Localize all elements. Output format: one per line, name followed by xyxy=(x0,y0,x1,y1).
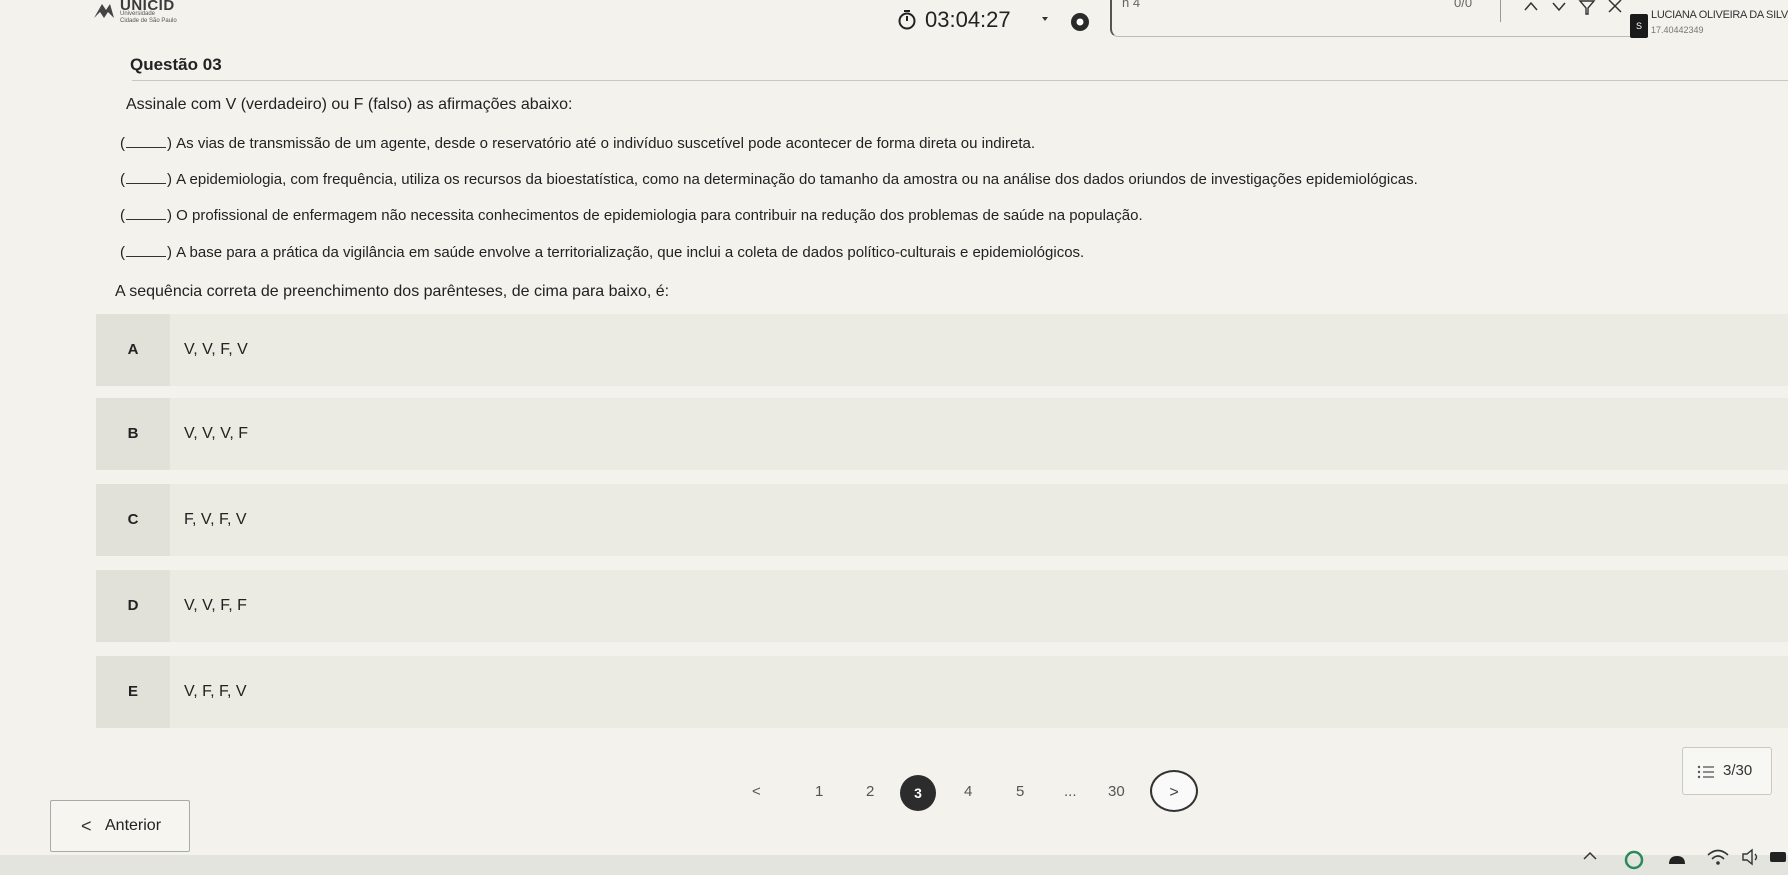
wifi-icon[interactable] xyxy=(1706,846,1730,868)
paren-open: ( xyxy=(120,207,125,224)
chevron-down-icon[interactable] xyxy=(1040,14,1050,24)
page-30[interactable]: 30 xyxy=(1108,783,1125,800)
option-text: V, F, F, V xyxy=(184,683,247,700)
option-letter: E xyxy=(127,683,138,700)
answer-blank xyxy=(126,243,166,257)
option-letter: A xyxy=(127,341,139,358)
progress-text: 3/30 xyxy=(1723,762,1753,779)
chevron-up-icon[interactable] xyxy=(1580,846,1600,866)
exam-timer: 03:04:27 xyxy=(898,7,1011,33)
page-3-current[interactable]: 3 xyxy=(900,775,936,811)
option-text: F, V, F, V xyxy=(184,511,247,528)
paren-close: ) xyxy=(167,135,172,152)
paren-close: ) xyxy=(167,207,172,224)
option-text: V, V, F, V xyxy=(184,341,248,358)
option-text: V, V, V, F xyxy=(184,425,249,442)
sequence-prompt: A sequência correta de preenchimento dos… xyxy=(115,283,670,300)
logo-subtitle-2: Cidade de São Paulo xyxy=(120,18,177,24)
option-d[interactable]: D V, V, F, F xyxy=(96,570,1788,642)
find-previous-icon[interactable] xyxy=(1520,0,1542,16)
previous-button[interactable]: < Anterior xyxy=(50,800,190,852)
answer-blank xyxy=(126,170,166,184)
chevron-left-icon: < xyxy=(81,816,92,836)
page-4[interactable]: 4 xyxy=(964,783,972,800)
question-title: Questão 03 xyxy=(130,55,222,74)
filter-icon[interactable] xyxy=(1576,0,1598,16)
find-count: 0/0 xyxy=(1454,0,1473,10)
option-c[interactable]: C F, V, F, V xyxy=(96,484,1788,556)
option-letter: C xyxy=(127,511,139,528)
option-e[interactable]: E V, F, F, V xyxy=(96,656,1788,728)
page-2[interactable]: 2 xyxy=(866,783,874,800)
user-id: 17.40442349 xyxy=(1651,25,1704,35)
paren-open: ( xyxy=(120,244,125,261)
paren-open: ( xyxy=(120,171,125,188)
app-icon[interactable] xyxy=(1622,846,1646,870)
statement-text: A base para a prática da vigilância em s… xyxy=(176,244,1085,261)
find-query[interactable]: n 4 xyxy=(1122,0,1140,10)
volume-icon[interactable] xyxy=(1740,846,1764,868)
taskbar xyxy=(0,855,1788,875)
statement-2: () A epidemiologia, com frequência, util… xyxy=(120,170,1418,188)
statement-text: As vias de transmissão de um agente, des… xyxy=(176,135,1035,152)
statement-text: A epidemiologia, com frequência, utiliza… xyxy=(176,171,1418,188)
logo-mark-icon xyxy=(94,4,114,18)
option-text: V, V, F, F xyxy=(184,597,247,614)
timer-value: 03:04:27 xyxy=(925,7,1011,32)
logo-subtitle-1: Universidade xyxy=(120,11,156,17)
option-letter: B xyxy=(127,425,139,442)
visibility-toggle-icon[interactable] xyxy=(1068,10,1092,34)
question-divider xyxy=(132,80,1788,81)
stopwatch-icon xyxy=(898,10,916,30)
option-letter: D xyxy=(127,597,139,614)
paren-close: ) xyxy=(167,244,172,261)
option-b[interactable]: B V, V, V, F xyxy=(96,398,1788,470)
statement-1: () As vias de transmissão de um agente, … xyxy=(120,134,1035,152)
option-a[interactable]: A V, V, F, V xyxy=(96,314,1788,386)
answer-blank xyxy=(126,134,166,148)
find-next-icon[interactable] xyxy=(1548,0,1570,16)
question-progress[interactable]: 3/30 xyxy=(1682,747,1772,795)
pagination-next[interactable]: > xyxy=(1150,770,1198,812)
cloud-icon[interactable] xyxy=(1664,846,1690,868)
statement-4: () A base para a prática da vigilância e… xyxy=(120,243,1084,261)
paren-close: ) xyxy=(167,171,172,188)
page-5[interactable]: 5 xyxy=(1016,783,1024,800)
battery-icon[interactable] xyxy=(1768,846,1788,868)
question-prompt: Assinale com V (verdadeiro) ou F (falso)… xyxy=(126,96,573,113)
unicid-logo: UNICID Universidade Cidade de São Paulo xyxy=(92,0,212,44)
close-icon[interactable] xyxy=(1604,0,1626,16)
paren-open: ( xyxy=(120,135,125,152)
statement-text: O profissional de enfermagem não necessi… xyxy=(176,207,1143,224)
page-1[interactable]: 1 xyxy=(815,783,823,800)
user-avatar[interactable]: S xyxy=(1630,14,1648,38)
list-icon xyxy=(1697,765,1714,779)
page-ellipsis: ... xyxy=(1064,783,1077,800)
user-name: LUCIANA OLIVEIRA DA SILV xyxy=(1651,9,1788,21)
answer-blank xyxy=(126,206,166,220)
find-divider xyxy=(1500,0,1501,22)
previous-label: Anterior xyxy=(105,817,162,834)
top-bar: UNICID Universidade Cidade de São Paulo … xyxy=(0,0,1788,50)
statement-3: () O profissional de enfermagem não nece… xyxy=(120,206,1143,224)
pagination-prev[interactable]: < xyxy=(752,783,761,800)
